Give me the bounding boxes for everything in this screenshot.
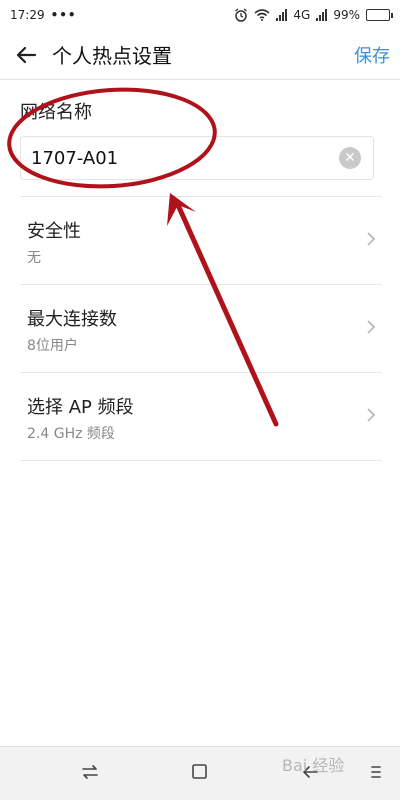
alarm-icon xyxy=(235,8,248,22)
clear-icon[interactable]: ✕ xyxy=(339,147,361,169)
switch-apps-icon[interactable] xyxy=(80,762,100,782)
network-name-field: ✕ xyxy=(20,136,374,180)
setting-subtitle: 无 xyxy=(27,250,41,266)
setting-row-max-connections[interactable]: 最大连接数 8位用户 xyxy=(0,285,400,373)
battery-icon xyxy=(366,9,393,21)
setting-title: 安全性 xyxy=(27,221,81,242)
setting-subtitle: 2.4 GHz 频段 xyxy=(27,426,115,442)
menu-icon[interactable] xyxy=(370,762,382,782)
app-bar: 个人热点设置 保存 xyxy=(0,30,400,80)
signal-icon-2 xyxy=(316,9,328,21)
watermark: Bai 经验 xyxy=(282,756,345,775)
notification-dots: ••• xyxy=(50,8,77,22)
arrow-left-icon xyxy=(16,46,37,63)
back-button[interactable] xyxy=(0,30,52,80)
signal-icon xyxy=(276,9,288,21)
status-bar: 17:29 ••• 4G 99% xyxy=(0,0,400,30)
chevron-right-icon xyxy=(367,408,376,422)
network-type: 4G xyxy=(293,8,311,22)
status-right: 4G 99% xyxy=(234,8,393,22)
network-name-section: 网络名称 ✕ xyxy=(20,80,380,180)
setting-row-ap-band[interactable]: 选择 AP 频段 2.4 GHz 频段 xyxy=(0,373,400,461)
setting-row-security[interactable]: 安全性 无 xyxy=(0,197,400,285)
save-button[interactable]: 保存 xyxy=(346,42,400,68)
setting-subtitle: 8位用户 xyxy=(27,338,78,354)
setting-title: 选择 AP 频段 xyxy=(27,397,134,418)
network-name-label: 网络名称 xyxy=(20,102,92,123)
wifi-icon xyxy=(254,9,270,21)
status-left: 17:29 ••• xyxy=(10,8,77,22)
chevron-right-icon xyxy=(367,320,376,334)
network-name-input[interactable] xyxy=(31,147,339,169)
setting-title: 最大连接数 xyxy=(27,309,117,330)
divider xyxy=(20,460,382,461)
page-title: 个人热点设置 xyxy=(52,44,172,68)
battery-percent: 99% xyxy=(333,8,360,22)
status-time: 17:29 xyxy=(10,8,45,22)
home-icon[interactable] xyxy=(190,762,210,782)
chevron-right-icon xyxy=(367,232,376,246)
